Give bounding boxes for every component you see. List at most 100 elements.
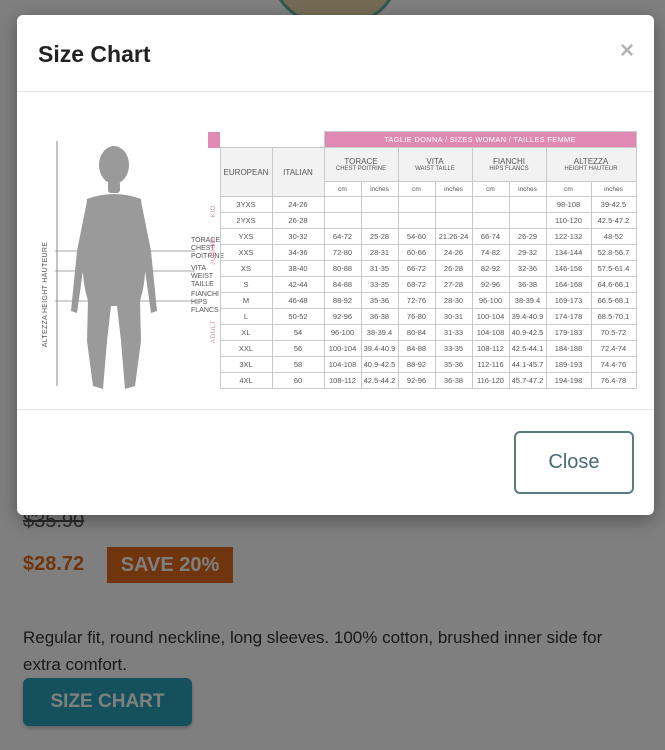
group-label: JUNIOR	[210, 237, 218, 266]
table-cell: 21.26-24	[434, 228, 473, 245]
table-cell: 2YXS	[219, 212, 273, 229]
table-cell: 58	[271, 356, 325, 373]
table-cell: 40.9-42.5	[508, 324, 547, 341]
table-cell: 39-42.5	[590, 196, 637, 213]
table-cell: 66.5-68.1	[590, 292, 637, 309]
table-cell: 100-104	[471, 308, 510, 325]
table-cell: 3YXS	[219, 196, 273, 213]
col-european: EUROPEAN	[219, 147, 273, 197]
table-cell: 3XL	[219, 356, 273, 373]
col-fianchi: FIANCHI HIPS FLANCS	[471, 147, 547, 182]
table-cell: 26-28	[434, 260, 473, 277]
table-cell: 92-96	[323, 308, 362, 325]
body-figure: ALTEZZA HEIGHT HAUTEURE TORACE CHEST POI…	[42, 141, 224, 401]
table-cell	[508, 196, 547, 213]
col-torace: TORACE CHEST POITRINE	[323, 147, 399, 182]
table-cell: 28-31	[360, 244, 399, 261]
table-cell: 68.5-70.1	[590, 308, 637, 325]
table-cell: 66-72	[397, 260, 436, 277]
table-cell: 50-52	[271, 308, 325, 325]
table-cell: 26-29	[508, 228, 547, 245]
table-cell: 70.5-72	[590, 324, 637, 341]
table-cell: 34-36	[271, 244, 325, 261]
table-cell: 30-31	[434, 308, 473, 325]
col-italian: ITALIAN	[271, 147, 325, 197]
table-cell: 40.9-42.5	[360, 356, 399, 373]
junior-rows: JUNIOR YXS 30-32 64-72 25-28 54-60 21.26-24 66-…	[208, 228, 637, 277]
table-cell: 64-72	[323, 228, 362, 245]
table-cell: 56	[271, 340, 325, 357]
table-cell: 84-88	[397, 340, 436, 357]
table-cell	[471, 196, 510, 213]
table-cell: 35-36	[434, 356, 473, 373]
col-altezza: ALTEZZA HEIGHT HAUTEUR	[545, 147, 637, 182]
table-cell: 100-104	[323, 340, 362, 357]
table-cell: 25-28	[360, 228, 399, 245]
table-cell: 39.4-40.9	[360, 340, 399, 357]
table-cell: XL	[219, 324, 273, 341]
table-cell: 48-52	[590, 228, 637, 245]
size-chart-modal: Size Chart × ALTEZZA HEIGHT HAUTEURE TOR	[17, 15, 654, 515]
table-cell: 82-92	[471, 260, 510, 277]
table-cell: 74.4-76	[590, 356, 637, 373]
table-cell: 108-112	[323, 372, 362, 389]
table-cell	[471, 212, 510, 229]
table-cell: 174-178	[545, 308, 592, 325]
table-row: XXL 56 100-104 39.4-40.9 84-88 33-35 108-112 42…	[208, 340, 637, 357]
table-cell: 92-96	[471, 276, 510, 293]
table-cell: 104-108	[471, 324, 510, 341]
close-icon[interactable]: ×	[620, 37, 634, 65]
table-cell: 29-32	[508, 244, 547, 261]
size-chart-image: ALTEZZA HEIGHT HAUTEURE TORACE CHEST POI…	[17, 93, 654, 409]
table-row: XS 38-40 80-88 31-35 66-72 26-28 82-92 32-36 146…	[208, 260, 637, 277]
table-row: M 46-48 88-92 35-36 72-76 28-30 96-100 38-39.4 1…	[208, 292, 637, 309]
table-cell: 80-84	[397, 324, 436, 341]
table-cell: YXS	[219, 228, 273, 245]
table-cell: 35-36	[360, 292, 399, 309]
table-cell: 84-88	[323, 276, 362, 293]
table-cell	[434, 196, 473, 213]
group-label: ADULT	[210, 319, 218, 344]
table-cell: 66-74	[471, 228, 510, 245]
table-cell: 24-26	[271, 196, 325, 213]
table-cell: 60-66	[397, 244, 436, 261]
table-cell: 116-120	[471, 372, 510, 389]
table-row: XXS 34-36 72-80 28-31 60-66 24-26 74-82 29-32 13…	[208, 244, 637, 261]
table-cell	[360, 212, 399, 229]
table-cell: 30-32	[271, 228, 325, 245]
table-row: 2YXS 26-28 110-120 42.5-47.2	[208, 212, 637, 229]
table-cell: 4XL	[219, 372, 273, 389]
modal-footer: Close	[17, 409, 654, 515]
table-cell: 27-28	[434, 276, 473, 293]
table-cell: 46-48	[271, 292, 325, 309]
close-button[interactable]: Close	[514, 431, 634, 494]
table-cell: 104-108	[323, 356, 362, 373]
table-cell	[397, 212, 436, 229]
table-cell: 28-30	[434, 292, 473, 309]
table-cell: 42.5-44.1	[508, 340, 547, 357]
table-cell: 36-38	[360, 308, 399, 325]
table-cell: 42-44	[271, 276, 325, 293]
table-cell: 32-36	[508, 260, 547, 277]
table-cell: 57.5-61.4	[590, 260, 637, 277]
col-vita: VITA WAIST TAILLE	[397, 147, 473, 182]
modal-header: Size Chart ×	[17, 15, 654, 92]
table-title: TAGLIE DONNA / SIZES WOMAN / TAILLES FEM…	[323, 131, 637, 148]
table-cell: 194-198	[545, 372, 592, 389]
body-silhouette-icon	[55, 141, 205, 389]
table-cell: 164-168	[545, 276, 592, 293]
table-cell: 96-100	[471, 292, 510, 309]
table-cell: 122-132	[545, 228, 592, 245]
table-cell: 52.8-56.7	[590, 244, 637, 261]
table-row: L 50-52 92-96 36-38 76-80 30-31 100-104 39.4-40…	[208, 308, 637, 325]
table-cell: 88-92	[397, 356, 436, 373]
table-cell: 42.5-47.2	[590, 212, 637, 229]
table-cell: XXL	[219, 340, 273, 357]
table-cell: 76.4-78	[590, 372, 637, 389]
table-row: XL 54 96-100 38-39.4 80-84 31-33 104-108 40.9-4…	[208, 324, 637, 341]
table-cell: 92-96	[397, 372, 436, 389]
table-cell: 72.4-74	[590, 340, 637, 357]
table-cell: 38-39.4	[360, 324, 399, 341]
table-cell: 31-35	[360, 260, 399, 277]
table-row: 4XL 60 108-112 42.5-44.2 92-96 36-38 116-120 45…	[208, 372, 637, 389]
